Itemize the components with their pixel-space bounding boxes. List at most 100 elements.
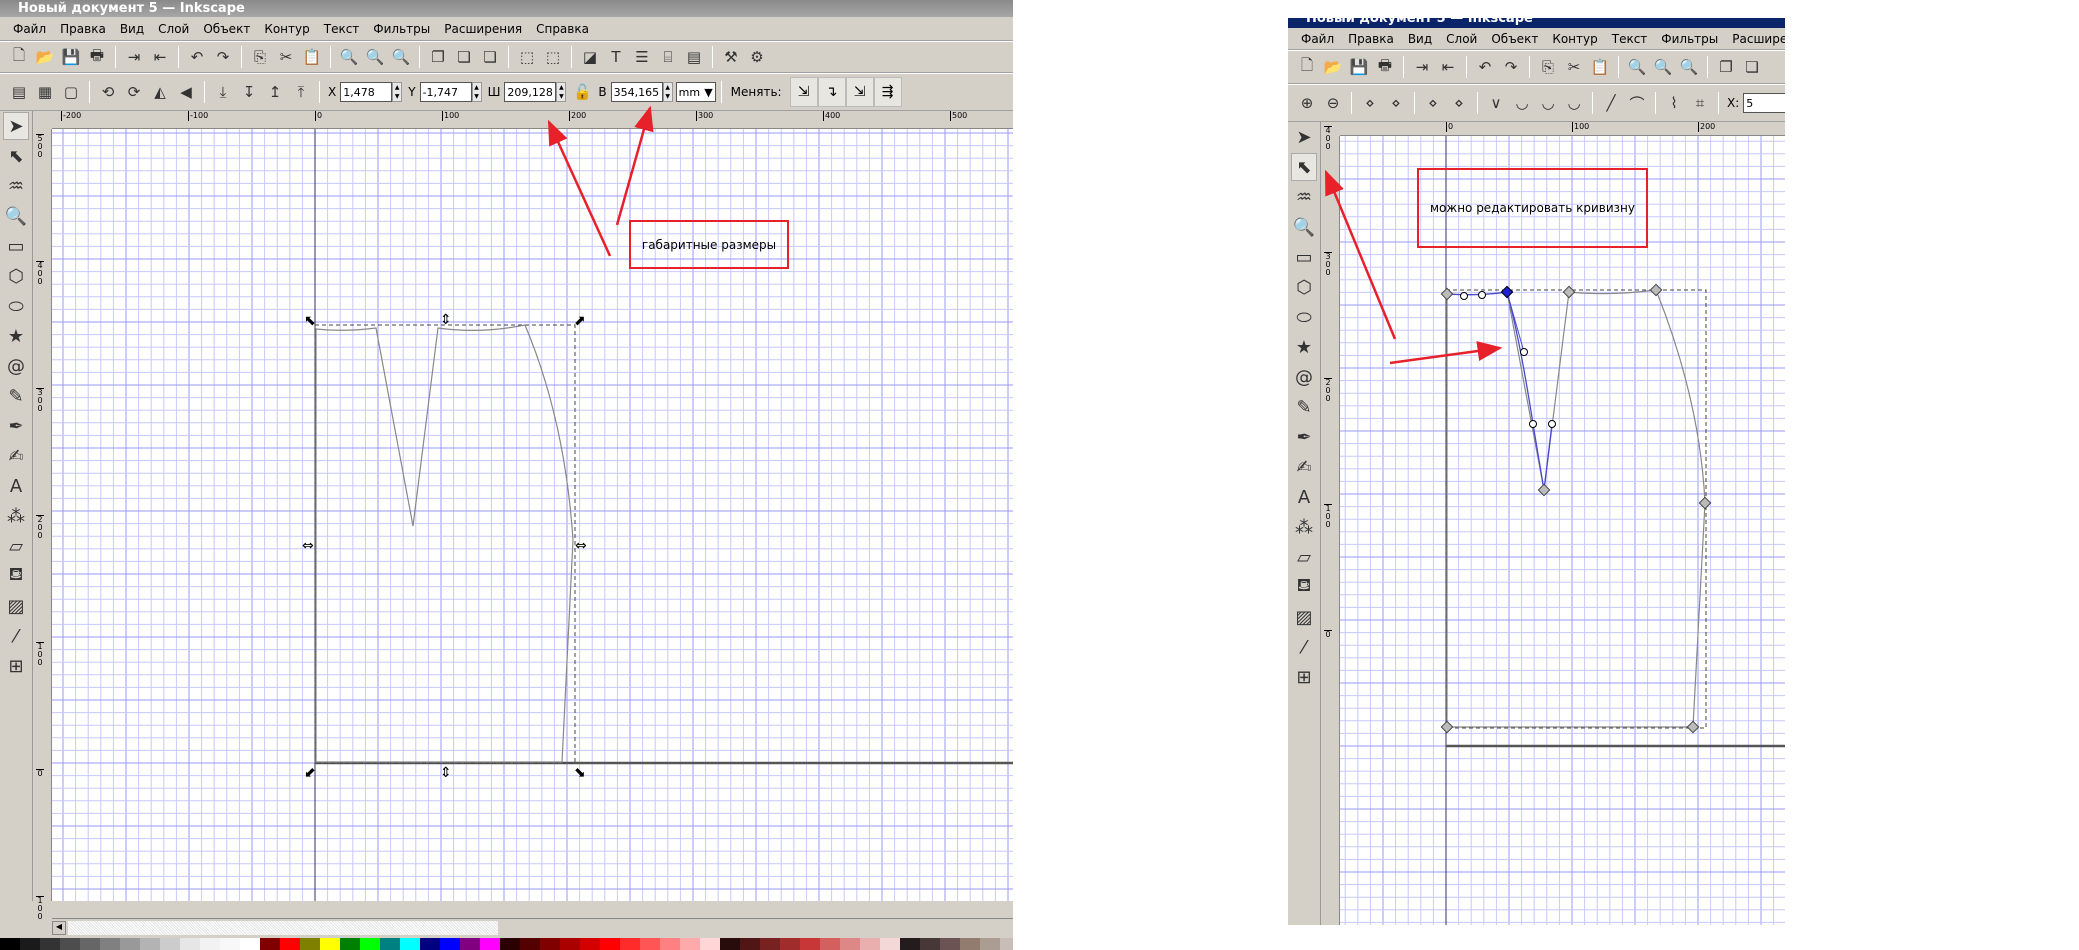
palette-swatch[interactable] — [80, 938, 100, 950]
menu-item[interactable]: Фильтры — [366, 18, 437, 40]
palette-swatch[interactable] — [320, 938, 340, 950]
menu-item[interactable]: Слой — [1439, 28, 1484, 49]
palette-swatch[interactable] — [920, 938, 940, 950]
fill-stroke-icon[interactable]: ◪ — [579, 46, 601, 68]
menu-item[interactable]: Расширения — [437, 18, 529, 40]
segment-line-icon[interactable]: ╱ — [1600, 92, 1622, 114]
duplicate-icon[interactable]: ❐ — [1715, 56, 1737, 78]
palette-swatch[interactable] — [580, 938, 600, 950]
palette-swatch[interactable] — [640, 938, 660, 950]
menu-item[interactable]: Контур — [257, 18, 316, 40]
menu-item[interactable]: Файл — [1294, 28, 1341, 49]
zoom-tool-icon[interactable]: 🔍 — [3, 202, 29, 230]
open-icon[interactable]: 📂 — [34, 46, 56, 68]
palette-swatch[interactable] — [280, 938, 300, 950]
paste-icon[interactable]: 📋 — [301, 46, 323, 68]
gradient-tool-icon[interactable]: ▨ — [1291, 603, 1317, 631]
selector-tool-icon[interactable]: ➤ — [1291, 123, 1317, 151]
save-icon[interactable]: 💾 — [1348, 56, 1370, 78]
spiral-tool-icon[interactable]: @ — [1291, 363, 1317, 391]
menu-item[interactable]: Фильтры — [1654, 28, 1725, 49]
x-input[interactable] — [1743, 93, 1785, 113]
zoom-drawing-icon[interactable]: 🔍 — [1652, 56, 1674, 78]
menu-item[interactable]: Справка — [529, 18, 596, 40]
calligraphy-tool-icon[interactable]: ✍ — [3, 442, 29, 470]
flip-horizontal-icon[interactable]: ◭ — [149, 81, 171, 103]
palette-swatch[interactable] — [160, 938, 180, 950]
save-icon[interactable]: 💾 — [60, 46, 82, 68]
palette-swatch[interactable] — [260, 938, 280, 950]
palette-swatch[interactable] — [240, 938, 260, 950]
delete-node-icon[interactable]: ⊖ — [1322, 92, 1344, 114]
tweak-tool-icon[interactable]: ♒ — [3, 172, 29, 200]
rectangle-tool-icon[interactable]: ▭ — [1291, 243, 1317, 271]
rotate-ccw-icon[interactable]: ⟲ — [97, 81, 119, 103]
palette-swatch[interactable] — [220, 938, 240, 950]
scale-corners-icon[interactable]: ↴ — [817, 77, 846, 107]
node-auto-icon[interactable]: ◡ — [1563, 92, 1585, 114]
canvas[interactable] — [1340, 136, 1785, 925]
palette-swatch[interactable] — [700, 938, 720, 950]
palette-swatch[interactable] — [780, 938, 800, 950]
join-nodes-icon[interactable]: ⋄ — [1359, 92, 1381, 114]
duplicate-icon[interactable]: ❐ — [427, 46, 449, 68]
palette-swatch[interactable] — [460, 938, 480, 950]
3d-box-tool-icon[interactable]: ⬡ — [3, 262, 29, 290]
zoom-page-icon[interactable]: 🔍 — [390, 46, 412, 68]
menu-item[interactable]: Слой — [151, 18, 196, 40]
raise-icon[interactable]: ↥ — [264, 81, 286, 103]
palette-swatch[interactable] — [800, 938, 820, 950]
select-all-icon[interactable]: ▤ — [8, 81, 30, 103]
copy-icon[interactable]: ⎘ — [249, 46, 271, 68]
redo-icon[interactable]: ↷ — [212, 46, 234, 68]
paint-bucket-tool-icon[interactable]: ⛾ — [1291, 573, 1317, 601]
palette-swatch[interactable] — [480, 938, 500, 950]
spray-tool-icon[interactable]: ⁂ — [1291, 513, 1317, 541]
palette-swatch[interactable] — [900, 938, 920, 950]
palette-swatch[interactable] — [840, 938, 860, 950]
export-icon[interactable]: ⇤ — [1437, 56, 1459, 78]
zoom-drawing-icon[interactable]: 🔍 — [364, 46, 386, 68]
palette-swatch[interactable] — [600, 938, 620, 950]
new-icon[interactable]: 🗋 — [1296, 56, 1318, 78]
node-cusp-icon[interactable]: ∨ — [1485, 92, 1507, 114]
palette-swatch[interactable] — [620, 938, 640, 950]
palette-swatch[interactable] — [540, 938, 560, 950]
horizontal-scrollbar[interactable]: ◀ — [52, 918, 1013, 938]
palette-swatch[interactable] — [720, 938, 740, 950]
x-spinner[interactable]: ▲ ▼ — [392, 82, 403, 102]
palette-swatch[interactable] — [860, 938, 880, 950]
preferences-icon[interactable]: ⚒ — [720, 46, 742, 68]
ungroup-icon[interactable]: ⬚ — [542, 46, 564, 68]
text-tool-icon[interactable]: A — [3, 472, 29, 500]
undo-icon[interactable]: ↶ — [1474, 56, 1496, 78]
menu-item[interactable]: Расширения — [1725, 28, 1785, 49]
palette-swatch[interactable] — [440, 938, 460, 950]
palette-swatch[interactable] — [1000, 938, 1013, 950]
pen-tool-icon[interactable]: ✒ — [1291, 423, 1317, 451]
node-tool-icon[interactable]: ⬉ — [3, 142, 29, 170]
redo-icon[interactable]: ↷ — [1500, 56, 1522, 78]
rectangle-tool-icon[interactable]: ▭ — [3, 232, 29, 260]
pencil-tool-icon[interactable]: ✎ — [3, 382, 29, 410]
menu-item[interactable]: Вид — [113, 18, 151, 40]
scroll-left-button[interactable]: ◀ — [52, 921, 66, 935]
width-input[interactable] — [504, 82, 557, 102]
menu-item[interactable]: Правка — [53, 18, 113, 40]
tweak-tool-icon[interactable]: ♒ — [1291, 183, 1317, 211]
undo-icon[interactable]: ↶ — [186, 46, 208, 68]
print-icon[interactable]: 🖶 — [1374, 56, 1396, 78]
zoom-tool-icon[interactable]: 🔍 — [1291, 213, 1317, 241]
palette-swatch[interactable] — [820, 938, 840, 950]
y-input[interactable] — [419, 82, 472, 102]
stroke-to-path-icon[interactable]: ⌗ — [1689, 92, 1711, 114]
star-tool-icon[interactable]: ★ — [3, 322, 29, 350]
palette-swatch[interactable] — [180, 938, 200, 950]
lock-icon[interactable]: 🔓 — [571, 81, 593, 103]
palette-swatch[interactable] — [500, 938, 520, 950]
menu-item[interactable]: Объект — [196, 18, 257, 40]
node-symmetric-icon[interactable]: ◡ — [1537, 92, 1559, 114]
palette-swatch[interactable] — [200, 938, 220, 950]
menu-item[interactable]: Объект — [1484, 28, 1545, 49]
text-font-icon[interactable]: T — [605, 46, 627, 68]
